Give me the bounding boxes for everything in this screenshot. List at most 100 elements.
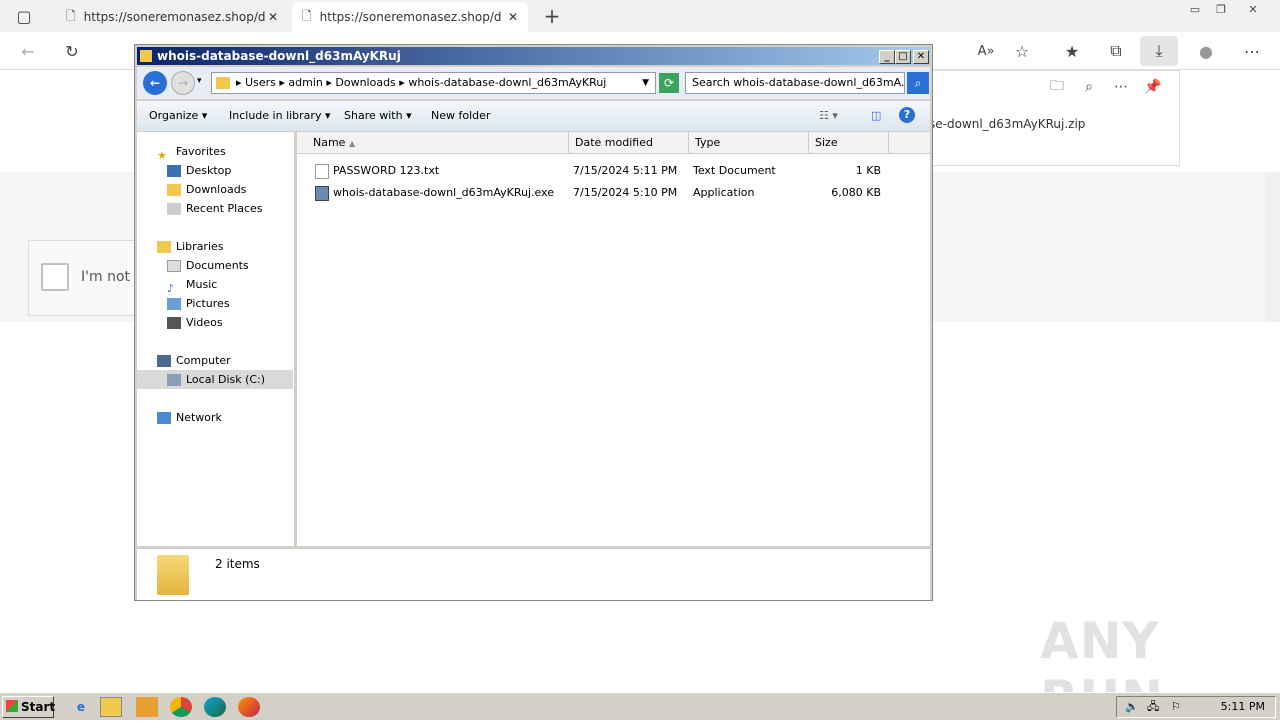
edge-icon[interactable]	[204, 697, 226, 717]
clock[interactable]: 5:11 PM	[1221, 700, 1265, 713]
videos-icon	[167, 316, 181, 329]
tab-title: https://soneremonasez.shop/d	[83, 10, 266, 24]
flag-icon[interactable]: ⚐	[1171, 697, 1181, 717]
nav-recent-places[interactable]: Recent Places	[167, 199, 263, 218]
firefox-icon[interactable]	[238, 697, 260, 717]
nav-pictures[interactable]: Pictures	[167, 294, 230, 313]
folder-icon	[140, 50, 152, 62]
page-icon: 🗋	[302, 8, 312, 23]
search-icon[interactable]: ⌕	[907, 72, 929, 94]
folder-icon	[157, 555, 189, 595]
ie-icon[interactable]: e	[70, 697, 92, 717]
refresh-icon[interactable]: ⟳	[659, 73, 679, 93]
breadcrumb-admin[interactable]: admin	[288, 76, 322, 89]
minimize-button[interactable]: _	[879, 50, 895, 64]
close-button[interactable]: ✕	[913, 50, 929, 64]
sort-up-icon: ▲	[348, 139, 356, 148]
breadcrumb-downloads[interactable]: Downloads	[335, 76, 395, 89]
downloads-icon[interactable]: ⤓	[1140, 36, 1178, 66]
page-icon: 🗋	[66, 8, 76, 23]
more-icon[interactable]: ⋯	[1111, 77, 1131, 97]
item-count: 2 items	[215, 557, 260, 571]
nav-computer[interactable]: Computer	[157, 351, 231, 370]
nav-documents[interactable]: Documents	[167, 256, 249, 275]
browser-tab-1[interactable]: 🗋 https://soneremonasez.shop/d ✕	[56, 2, 288, 32]
media-player-icon[interactable]	[136, 697, 158, 717]
search-icon[interactable]: ⌕	[1079, 77, 1099, 97]
nav-libraries[interactable]: Libraries	[157, 237, 224, 256]
browser-tab-bar: ▢ 🗋 https://soneremonasez.shop/d ✕ 🗋 htt…	[0, 0, 1280, 32]
download-filename[interactable]: se-downl_d63mAyKRuj.zip	[929, 117, 1085, 131]
preview-pane-icon[interactable]: ◫	[871, 109, 881, 122]
text-file-icon	[315, 164, 329, 179]
start-button[interactable]: Start	[2, 696, 55, 718]
breadcrumb-users[interactable]: Users	[245, 76, 276, 89]
minimize-icon[interactable]: ▭	[1184, 2, 1206, 16]
breadcrumb-folder[interactable]: whois-database-downl_d63mAyKRuj	[408, 76, 606, 89]
close-icon[interactable]: ✕	[268, 10, 278, 24]
nav-music[interactable]: ♪ Music	[167, 275, 217, 295]
folder-icon[interactable]: 🗀	[1047, 77, 1067, 97]
back-icon[interactable]: ←	[16, 40, 40, 62]
captcha-checkbox[interactable]	[41, 263, 69, 291]
explorer-window: whois-database-downl_d63mAyKRuj _ □ ✕ ← …	[134, 44, 933, 601]
tab-actions-icon[interactable]: ▢	[12, 6, 36, 26]
help-icon[interactable]: ?	[899, 107, 915, 123]
volume-icon[interactable]: 🔈	[1125, 697, 1139, 717]
recent-pages-chevron-icon[interactable]: ▾	[197, 76, 202, 86]
search-input[interactable]: Search whois-database-downl_d63mA...	[685, 72, 905, 94]
table-row[interactable]: whois-database-downl_d63mAyKRuj.exe 7/15…	[297, 182, 930, 204]
network-tray-icon[interactable]: 🖧	[1147, 697, 1159, 717]
file-list: Name ▲ Date modified Type Size PASSWORD …	[297, 132, 930, 546]
file-type: Text Document	[693, 164, 776, 177]
file-size: 6,080 KB	[831, 186, 881, 199]
star-icon: ★	[157, 148, 167, 162]
chrome-icon[interactable]	[170, 697, 192, 717]
application-icon	[315, 186, 329, 201]
nav-local-disk[interactable]: Local Disk (C:)	[137, 370, 293, 389]
forward-button[interactable]: →	[171, 71, 195, 95]
file-name: whois-database-downl_d63mAyKRuj.exe	[333, 186, 555, 199]
libraries-icon	[157, 240, 171, 253]
restore-icon[interactable]: ❐	[1210, 2, 1232, 16]
avatar[interactable]: ●	[1194, 40, 1218, 62]
page-scrollbar[interactable]	[1266, 172, 1280, 322]
nav-desktop[interactable]: Desktop	[167, 161, 231, 180]
view-options-icon[interactable]: ☷ ▾	[819, 109, 838, 122]
organize-button[interactable]: Organize ▾	[149, 109, 207, 122]
nav-favorites[interactable]: ★ Favorites	[157, 142, 226, 162]
more-icon[interactable]: ⋯	[1240, 40, 1264, 62]
include-library-button[interactable]: Include in library ▾	[229, 109, 330, 122]
refresh-icon[interactable]: ↻	[60, 40, 84, 62]
back-button[interactable]: ←	[143, 71, 167, 95]
file-size: 1 KB	[855, 164, 881, 177]
explorer-taskbar-icon[interactable]	[100, 697, 122, 717]
new-folder-button[interactable]: New folder	[431, 109, 490, 122]
browser-tab-2[interactable]: 🗋 https://soneremonasez.shop/d ✕	[292, 2, 528, 32]
column-date[interactable]: Date modified	[569, 132, 689, 154]
add-favorite-icon[interactable]: ☆	[1010, 40, 1034, 62]
network-icon	[157, 411, 171, 424]
pin-icon[interactable]: 📌	[1143, 77, 1163, 97]
share-with-button[interactable]: Share with ▾	[344, 109, 412, 122]
read-aloud-icon[interactable]: A»	[974, 40, 998, 62]
close-window-icon[interactable]: ✕	[1240, 2, 1266, 16]
column-type[interactable]: Type	[689, 132, 809, 154]
disk-icon	[167, 373, 181, 386]
column-size[interactable]: Size	[809, 132, 889, 154]
nav-network[interactable]: Network	[157, 408, 222, 427]
window-titlebar[interactable]: whois-database-downl_d63mAyKRuj _ □ ✕	[137, 47, 930, 65]
collections-icon[interactable]: ⧉	[1104, 40, 1128, 62]
table-row[interactable]: PASSWORD 123.txt 7/15/2024 5:11 PM Text …	[297, 160, 930, 182]
nav-videos[interactable]: Videos	[167, 313, 223, 332]
column-header-row: Name ▲ Date modified Type Size	[297, 132, 930, 154]
details-pane: 2 items	[137, 548, 930, 600]
new-tab-icon[interactable]: +	[540, 4, 564, 28]
breadcrumb[interactable]: ▸ Users ▸ admin ▸ Downloads ▸ whois-data…	[211, 72, 656, 94]
nav-downloads[interactable]: Downloads	[167, 180, 246, 199]
column-name[interactable]: Name ▲	[297, 132, 569, 154]
maximize-button[interactable]: □	[895, 50, 911, 64]
favorites-icon[interactable]: ★	[1060, 40, 1084, 62]
close-icon[interactable]: ✕	[508, 10, 518, 24]
chevron-down-icon[interactable]: ▼	[642, 73, 649, 93]
